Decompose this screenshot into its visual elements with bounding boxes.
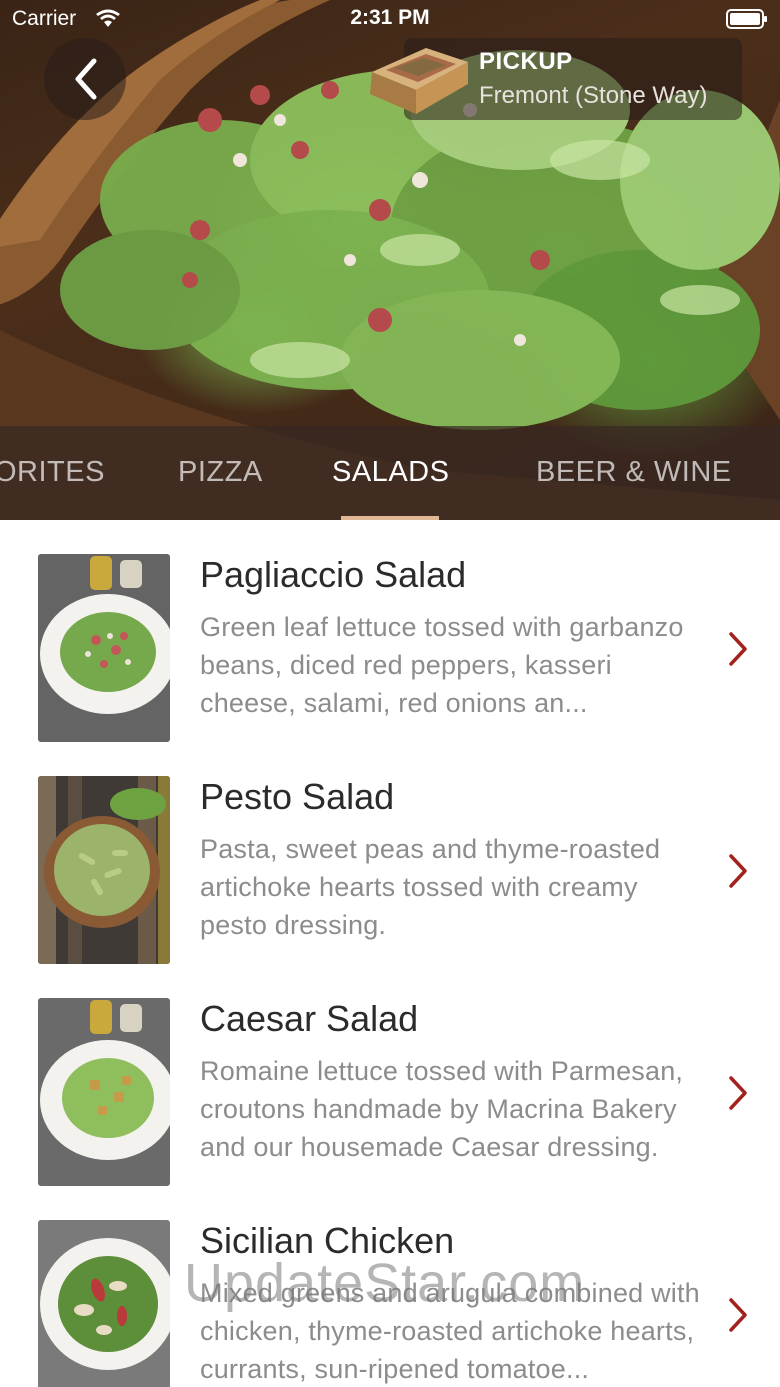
tab-beer-wine[interactable]: BEER & WINE <box>536 456 732 489</box>
tab-pizza[interactable]: PIZZA <box>178 456 263 489</box>
item-description: Romaine lettuce tossed with Parmesan, cr… <box>200 1056 684 1162</box>
item-description: Green leaf lettuce tossed with garbanzo … <box>200 612 684 718</box>
caesar-salad-thumbnail <box>38 998 170 1186</box>
item-title: Pesto Salad <box>200 776 395 817</box>
chevron-right-icon <box>729 632 747 666</box>
chevron-right-icon <box>729 1076 747 1110</box>
item-title: Pagliaccio Salad <box>200 554 467 595</box>
menu-item-pesto-salad[interactable]: Pesto Salad Pasta, sweet peas and thyme-… <box>0 742 780 964</box>
pickup-location: Fremont (Stone Way) <box>479 82 708 109</box>
chevron-right-icon <box>729 854 747 888</box>
chevron-left-icon <box>75 58 97 100</box>
pesto-salad-thumbnail <box>38 776 170 964</box>
menu-item-caesar-salad[interactable]: Caesar Salad Romaine lettuce tossed with… <box>0 964 780 1186</box>
tab-salads[interactable]: SALADS <box>332 456 449 489</box>
pickup-title: PICKUP <box>479 48 573 75</box>
watermark: UpdateStar.com <box>184 1253 586 1313</box>
item-title: Caesar Salad <box>200 998 419 1039</box>
item-description: Pasta, sweet peas and thyme-roasted arti… <box>200 834 661 940</box>
tab-favorites[interactable]: ORITES <box>0 456 105 489</box>
battery-icon <box>726 9 767 29</box>
back-button[interactable] <box>44 38 126 120</box>
pizza-box-icon <box>370 48 468 114</box>
menu-item-pagliaccio-salad[interactable]: Pagliaccio Salad Green leaf lettuce toss… <box>0 520 780 742</box>
clock: 2:31 PM <box>350 6 430 29</box>
sicilian-chicken-thumbnail <box>38 1220 170 1387</box>
category-tabs: ORITES PIZZA SALADS BEER & WINE <box>0 426 780 520</box>
pagliaccio-salad-thumbnail <box>38 554 170 742</box>
status-bar: Carrier 2:31 PM <box>0 0 780 40</box>
chevron-right-icon <box>729 1298 747 1332</box>
hero-image: Carrier 2:31 PM PICKUP Fremont (Stone Wa… <box>0 0 780 520</box>
